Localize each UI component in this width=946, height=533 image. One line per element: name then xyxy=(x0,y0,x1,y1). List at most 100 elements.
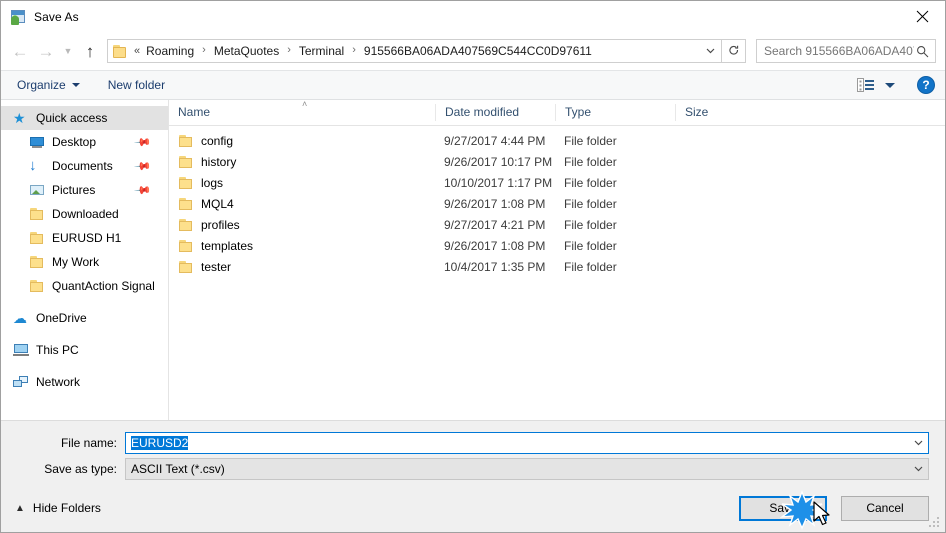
save-as-type-row: Save as type: ASCII Text (*.csv) xyxy=(1,458,945,480)
file-date-cell: 10/10/2017 1:17 PM xyxy=(444,175,553,190)
dialog-content: ★ Quick access Desktop 📌 ↓ Documents 📌 P… xyxy=(1,100,945,420)
breadcrumb-dropdown-button[interactable] xyxy=(699,40,721,62)
file-name-combobox[interactable]: EURUSD2 xyxy=(125,432,929,454)
back-arrow-icon: ← xyxy=(11,41,29,61)
change-view-button[interactable] xyxy=(857,77,895,93)
search-box[interactable]: Search 915566BA06ADA40756... xyxy=(756,39,936,63)
sidebar-item-desktop[interactable]: Desktop 📌 xyxy=(1,130,168,154)
network-icon xyxy=(13,374,29,390)
file-name-dropdown-button[interactable] xyxy=(908,437,928,449)
sidebar-item-label: This PC xyxy=(36,343,79,357)
folder-icon xyxy=(113,44,129,58)
recent-locations-button[interactable]: ▼ xyxy=(59,38,77,64)
dialog-footer: File name: EURUSD2 Save as type: ASCII T… xyxy=(1,420,945,532)
dialog-buttons: Save Cancel xyxy=(739,495,929,521)
close-icon xyxy=(916,10,928,22)
table-row[interactable]: tester 10/4/2017 1:35 PM File folder xyxy=(169,256,945,277)
cancel-button-label: Cancel xyxy=(866,501,904,515)
sidebar-item-my-work[interactable]: My Work xyxy=(1,250,168,274)
file-name-label: history xyxy=(201,154,237,169)
folder-icon xyxy=(178,217,194,233)
table-row[interactable]: templates 9/26/2017 1:08 PM File folder xyxy=(169,235,945,256)
new-folder-button[interactable]: New folder xyxy=(108,78,165,92)
file-name-cell: MQL4 xyxy=(169,196,435,212)
sidebar-item-pictures[interactable]: Pictures 📌 xyxy=(1,178,168,202)
breadcrumb-separator-icon[interactable]: › xyxy=(195,44,213,56)
close-button[interactable] xyxy=(899,1,945,31)
breadcrumb-item-metaquotes[interactable]: MetaQuotes xyxy=(213,44,280,58)
folder-icon xyxy=(178,133,194,149)
table-row[interactable]: logs 10/10/2017 1:17 PM File folder xyxy=(169,172,945,193)
folder-icon xyxy=(29,230,45,246)
resize-grip-icon[interactable] xyxy=(929,517,941,529)
sidebar-item-this-pc[interactable]: This PC xyxy=(1,338,168,362)
pin-icon: 📌 xyxy=(133,181,152,200)
back-button[interactable]: ← xyxy=(7,38,33,64)
organize-button[interactable]: Organize xyxy=(17,78,80,92)
computer-icon xyxy=(13,342,29,358)
pin-icon: 📌 xyxy=(133,133,152,152)
hide-folders-button[interactable]: ▲ Hide Folders xyxy=(11,501,101,515)
save-as-type-dropdown-button[interactable] xyxy=(908,463,928,475)
table-row[interactable]: config 9/27/2017 4:44 PM File folder xyxy=(169,130,945,151)
file-name-value: EURUSD2 xyxy=(131,436,189,450)
breadcrumb-item-terminal-guid[interactable]: 915566BA06ADA407569C544CC0D97611 xyxy=(363,44,593,58)
file-name-row: File name: EURUSD2 xyxy=(1,432,945,454)
table-row[interactable]: MQL4 9/26/2017 1:08 PM File folder xyxy=(169,193,945,214)
breadcrumb-separator-icon[interactable]: › xyxy=(280,44,298,56)
sidebar-item-label: EURUSD H1 xyxy=(52,231,122,245)
sidebar-item-quick-access[interactable]: ★ Quick access xyxy=(1,106,168,130)
monitor-icon xyxy=(29,134,45,150)
file-name-cell: history xyxy=(169,154,435,170)
sidebar-item-downloaded[interactable]: Downloaded xyxy=(1,202,168,226)
breadcrumb-item-terminal[interactable]: Terminal xyxy=(298,44,345,58)
sidebar-item-quantaction-signal[interactable]: QuantAction Signal xyxy=(1,274,168,298)
breadcrumb-item-roaming[interactable]: Roaming xyxy=(145,44,195,58)
forward-button[interactable]: → xyxy=(33,38,59,64)
breadcrumb[interactable]: « Roaming › MetaQuotes › Terminal › 9155… xyxy=(107,39,722,63)
table-row[interactable]: profiles 9/27/2017 4:21 PM File folder xyxy=(169,214,945,235)
folder-icon xyxy=(178,238,194,254)
folder-icon xyxy=(29,206,45,222)
action-bar: ▲ Hide Folders Save Cancel xyxy=(1,484,945,532)
recent-locations-chevron-icon: ▼ xyxy=(63,46,73,56)
sidebar-item-label: Desktop xyxy=(52,135,97,149)
refresh-button[interactable] xyxy=(722,39,746,63)
folder-icon xyxy=(29,254,45,270)
column-header-date-modified[interactable]: Date modified xyxy=(435,104,555,121)
command-toolbar: Organize New folder ? xyxy=(1,70,945,100)
file-date-cell: 9/26/2017 1:08 PM xyxy=(444,238,546,253)
sidebar-item-network[interactable]: Network xyxy=(1,370,168,394)
sidebar-divider xyxy=(1,298,168,306)
address-bar: ← → ▼ ↑ « Roaming › MetaQuotes › Termina… xyxy=(1,32,945,70)
table-row[interactable]: history 9/26/2017 10:17 PM File folder xyxy=(169,151,945,172)
help-button[interactable]: ? xyxy=(917,76,935,94)
column-header-type[interactable]: Type xyxy=(555,104,675,121)
sidebar-item-eurusd-h1[interactable]: EURUSD H1 xyxy=(1,226,168,250)
sidebar-item-label: Documents xyxy=(52,159,113,173)
sidebar-divider xyxy=(1,330,168,338)
up-one-level-button[interactable]: ↑ xyxy=(77,38,103,64)
search-input[interactable]: Search 915566BA06ADA40756... xyxy=(757,44,914,58)
file-date-cell: 10/4/2017 1:35 PM xyxy=(444,259,546,274)
file-name-input[interactable]: EURUSD2 xyxy=(126,436,908,450)
file-name-label: MQL4 xyxy=(201,196,234,211)
navigation-pane: ★ Quick access Desktop 📌 ↓ Documents 📌 P… xyxy=(1,100,169,420)
sidebar-item-label: Quick access xyxy=(36,111,108,125)
breadcrumb-overflow[interactable]: « xyxy=(134,45,140,57)
sidebar-divider xyxy=(1,362,168,370)
save-button[interactable]: Save xyxy=(739,495,827,521)
cancel-button[interactable]: Cancel xyxy=(841,495,929,521)
folder-icon xyxy=(29,278,45,294)
file-name-cell: logs xyxy=(169,175,435,191)
organize-label: Organize xyxy=(17,78,66,92)
sidebar-item-documents[interactable]: ↓ Documents 📌 xyxy=(1,154,168,178)
save-as-type-combobox[interactable]: ASCII Text (*.csv) xyxy=(125,458,929,480)
save-as-app-icon xyxy=(10,9,26,25)
file-name-cell: config xyxy=(169,133,435,149)
folder-icon xyxy=(178,259,194,275)
column-header-size[interactable]: Size xyxy=(675,104,750,121)
view-options-icon xyxy=(857,77,877,93)
sidebar-item-onedrive[interactable]: ☁ OneDrive xyxy=(1,306,168,330)
breadcrumb-separator-icon[interactable]: › xyxy=(345,44,363,56)
